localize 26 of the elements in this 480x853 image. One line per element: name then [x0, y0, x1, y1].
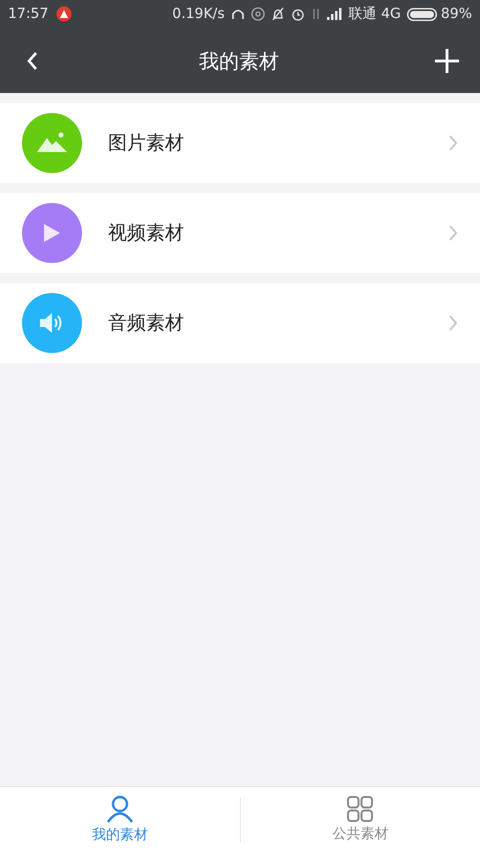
person-icon	[106, 794, 134, 822]
grid-icon	[347, 796, 374, 822]
mountain-icon	[37, 132, 67, 154]
chevron-icon	[448, 314, 458, 332]
battery-icon	[406, 8, 437, 20]
header-title: 我的素材	[199, 48, 279, 74]
hotspot-icon	[250, 7, 265, 21]
clock: 17:57	[8, 4, 48, 24]
material-item[interactable]: 视频素材	[0, 193, 480, 273]
app-notification-icon	[56, 6, 72, 22]
carrier-label: 联通 4G	[348, 4, 401, 24]
item-label: 音频素材	[108, 310, 184, 336]
alarm-icon	[290, 7, 305, 21]
item-label: 图片素材	[108, 130, 184, 156]
chevron-icon	[448, 224, 458, 242]
play-icon	[43, 223, 61, 243]
chevron-icon	[448, 134, 458, 152]
bell-muted-icon	[270, 7, 285, 21]
material-item[interactable]: 图片素材	[0, 103, 480, 183]
signal-icon	[326, 8, 343, 20]
material-item[interactable]: 音频素材	[0, 283, 480, 363]
network-speed: 0.19K/s	[172, 4, 225, 24]
headphones-icon	[230, 7, 245, 21]
battery-percent: 89%	[440, 4, 472, 24]
item-label: 视频素材	[108, 220, 184, 246]
tab[interactable]: 我的素材	[92, 794, 148, 846]
